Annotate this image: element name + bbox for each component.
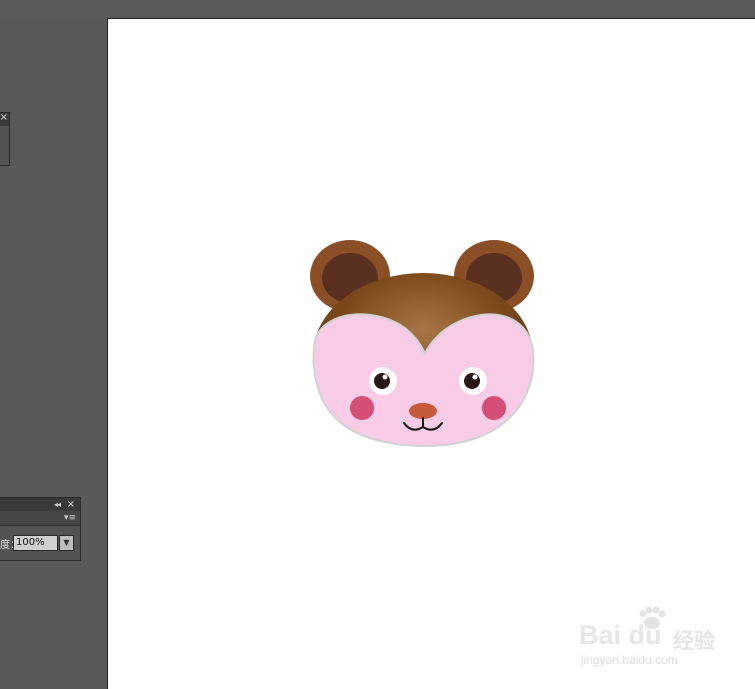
watermark-url: jingyan.baidu.com — [581, 653, 678, 667]
right-eye — [459, 367, 487, 395]
monkey-illustration[interactable] — [0, 0, 755, 689]
left-eye — [369, 367, 397, 395]
watermark-cn: 经验 — [673, 629, 715, 653]
nose — [409, 403, 437, 419]
left-cheek — [350, 396, 374, 420]
workspace: × ◂◂ × ▾≡ 度： 100% ▼ Bai du 经验 jingyan.ba… — [0, 0, 755, 689]
baidu-jingyan-watermark: Bai du 经验 jingyan.baidu.com — [575, 606, 745, 672]
right-cheek — [482, 396, 506, 420]
watermark-logo: Bai du — [579, 620, 662, 650]
